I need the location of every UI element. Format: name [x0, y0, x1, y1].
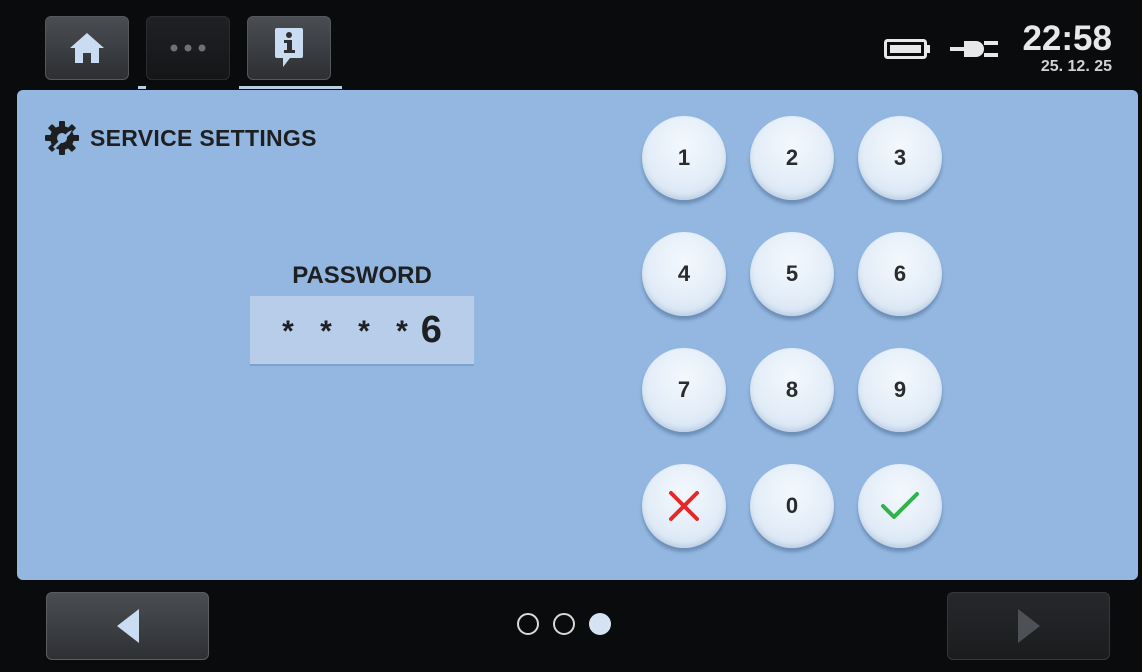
key-1-label: 1 — [677, 145, 691, 170]
key-6-label: 6 — [893, 261, 907, 286]
key-4-label: 4 — [677, 261, 691, 286]
next-page-button[interactable] — [947, 592, 1110, 660]
key-0[interactable]: 0 — [750, 464, 834, 548]
power-plug-icon — [950, 41, 999, 57]
key-2-label: 2 — [785, 145, 799, 170]
panel-title: SERVICE SETTINGS — [44, 120, 317, 156]
previous-page-button[interactable] — [46, 592, 209, 660]
key-8[interactable]: 8 — [750, 348, 834, 432]
key-6[interactable]: 6 — [858, 232, 942, 316]
clock-time: 22:58 — [1022, 19, 1112, 58]
key-5-label: 5 — [785, 261, 799, 286]
wrench-gear-icon — [45, 121, 79, 155]
arrow-right-icon — [1017, 609, 1040, 643]
more-button[interactable] — [146, 16, 230, 80]
confirm-check-icon — [881, 492, 919, 519]
key-1[interactable]: 1 — [642, 116, 726, 200]
page-indicator — [517, 613, 625, 635]
clock-date: 25. 12. 25 — [1040, 58, 1112, 75]
panel-title-text: SERVICE SETTINGS — [90, 124, 317, 151]
confirm-button[interactable] — [858, 464, 942, 548]
key-3-label: 3 — [893, 145, 907, 170]
key-7[interactable]: 7 — [642, 348, 726, 432]
key-5[interactable]: 5 — [750, 232, 834, 316]
info-icon — [275, 28, 303, 67]
key-9[interactable]: 9 — [858, 348, 942, 432]
key-2[interactable]: 2 — [750, 116, 834, 200]
key-3[interactable]: 3 — [858, 116, 942, 200]
key-8-label: 8 — [785, 377, 799, 402]
key-0-label: 0 — [785, 493, 799, 518]
key-7-label: 7 — [677, 377, 691, 402]
arrow-left-icon — [116, 609, 139, 643]
page-dot-2 — [553, 613, 575, 635]
home-button[interactable] — [45, 16, 129, 80]
cancel-button[interactable] — [642, 464, 726, 548]
password-last-digit: 6 — [420, 308, 442, 351]
info-tab-indicator — [239, 86, 342, 89]
info-button[interactable] — [247, 16, 331, 80]
page-dot-1 — [517, 613, 539, 635]
home-tab-indicator — [138, 86, 146, 89]
password-field[interactable]: * * * * 6 — [250, 296, 474, 366]
service-settings-panel: SERVICE SETTINGS PASSWORD * * * * 6 1 2 … — [17, 90, 1138, 580]
battery-icon — [884, 39, 931, 59]
status-area: 22:58 25. 12. 25 — [884, 19, 1112, 76]
password-label: PASSWORD — [292, 262, 432, 289]
key-4[interactable]: 4 — [642, 232, 726, 316]
page-dot-3-current — [589, 613, 611, 635]
key-9-label: 9 — [893, 377, 907, 402]
password-mask: * * * * — [282, 315, 417, 348]
more-dots-icon — [170, 44, 206, 52]
home-icon — [70, 33, 104, 63]
cancel-x-icon — [669, 491, 699, 521]
